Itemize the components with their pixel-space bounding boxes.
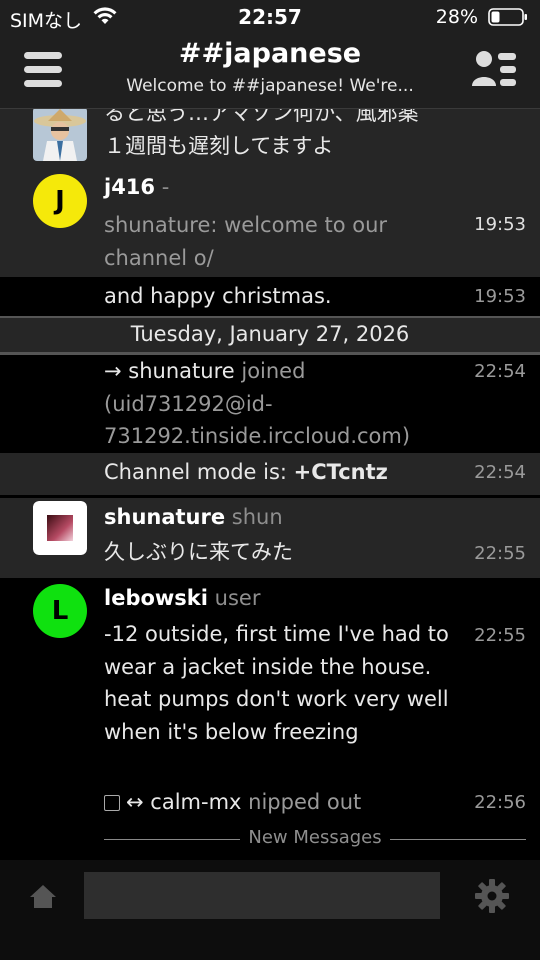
nick-suffix: - (161, 175, 170, 199)
message-input[interactable] (84, 872, 440, 919)
mode-text: Channel mode is: +CTcntz (104, 456, 449, 489)
event-action: joined (241, 359, 306, 383)
message-text: 久しぶりに来てみた (104, 540, 293, 564)
timestamp: 22:55 (474, 543, 526, 564)
part-event-row: ↔ calm-mx nipped out 22:56 (0, 786, 540, 822)
message-row: L lebowski user -12 outside, first time … (0, 578, 540, 788)
new-messages-label: New Messages (248, 827, 382, 848)
join-event-text: → shunature joined (uid731292@id-731292.… (104, 355, 449, 453)
message-text: shunature: welcome to our channel o/ (104, 213, 388, 270)
user-host: (uid731292@id-731292.tinside.irccloud.co… (104, 391, 411, 449)
user-avatar-image (33, 109, 87, 161)
nickname[interactable]: shunature (128, 359, 234, 383)
user-list-icon[interactable] (472, 50, 516, 90)
nickname[interactable]: j416 (104, 175, 155, 199)
channel-topic[interactable]: Welcome to ##japanese! We're... (80, 76, 460, 96)
mode-label: Channel mode is: (104, 460, 294, 484)
avatar[interactable]: L (33, 584, 87, 638)
timestamp: 22:55 (474, 625, 526, 646)
nickname[interactable]: calm-mx (150, 790, 241, 814)
menu-icon (24, 52, 62, 59)
avatar-letter: L (51, 596, 69, 626)
nick-line: shunature shun (104, 505, 283, 529)
nick-suffix: user (214, 586, 261, 610)
timestamp: 22:54 (474, 361, 526, 382)
timestamp: 22:56 (474, 792, 526, 813)
nickname[interactable]: shunature (104, 505, 225, 529)
message-row: and happy christmas. 19:53 (0, 277, 540, 317)
channel-title: ##japanese (178, 38, 362, 69)
event-action: nipped out (248, 790, 362, 814)
gear-icon[interactable] (474, 878, 510, 914)
nick-line: j416 - (104, 175, 169, 199)
mode-value: +CTcntz (293, 460, 388, 484)
join-event-row: → shunature joined (uid731292@id-731292.… (0, 355, 540, 453)
menu-button[interactable] (24, 52, 62, 88)
arrow-icon: ↔ (126, 790, 144, 814)
menu-icon-bar (24, 80, 62, 87)
message-line: ると思う…アマゾン何か、風邪薬 (104, 109, 419, 125)
battery-icon (488, 8, 527, 26)
timestamp: 19:53 (474, 286, 526, 307)
message-line: １週間も遅刻してますよ (104, 133, 334, 158)
part-event-text: ↔ calm-mx nipped out (104, 786, 464, 819)
expand-icon[interactable] (104, 795, 120, 811)
message-row: J j416 - shunature: welcome to our chann… (0, 169, 540, 277)
nick-line: lebowski user (104, 586, 260, 610)
mode-event-row: Channel mode is: +CTcntz 22:54 (0, 453, 540, 495)
message-text: and happy christmas. (104, 284, 332, 308)
date-divider: Tuesday, January 27, 2026 (0, 316, 540, 355)
message-text: -12 outside, first time I've had to wear… (104, 622, 449, 744)
message-list[interactable]: ると思う…アマゾン何か、風邪薬 １週間も遅刻してますよ J j416 - shu… (0, 109, 540, 860)
avatar-letter: J (55, 186, 65, 216)
message-row: shunature shun 久しぶりに来てみた 22:55 (0, 498, 540, 578)
message-text: ると思う…アマゾン何か、風邪薬 １週間も遅刻してますよ (104, 109, 449, 162)
home-icon[interactable] (28, 882, 58, 912)
new-messages-divider: New Messages (104, 827, 526, 851)
input-bar (0, 860, 540, 960)
timestamp: 19:53 (474, 214, 526, 235)
nick-suffix: shun (231, 505, 283, 529)
menu-icon-bar (24, 66, 62, 73)
channel-header: ##japanese Welcome to ##japanese! We're.… (0, 34, 540, 109)
avatar[interactable]: J (33, 174, 87, 228)
timestamp: 22:54 (474, 462, 526, 483)
nickname[interactable]: lebowski (104, 586, 208, 610)
message-row: ると思う…アマゾン何か、風邪薬 １週間も遅刻してますよ (0, 109, 540, 169)
status-bar: SIMなし 22:57 28% (0, 0, 540, 34)
arrow-icon: → (104, 359, 122, 383)
battery-percent: 28% (435, 6, 478, 28)
user-avatar-image[interactable] (33, 501, 87, 555)
